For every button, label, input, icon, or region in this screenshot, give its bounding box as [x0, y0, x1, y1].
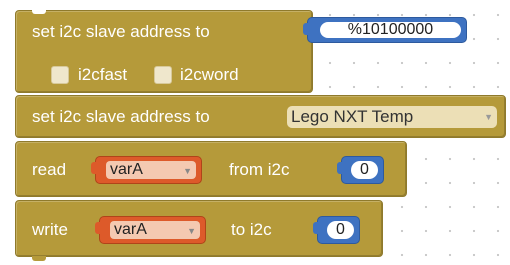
block-notch: [32, 10, 46, 14]
read-variable-name: varA: [110, 161, 143, 178]
read-label: read: [32, 160, 67, 179]
value-plug: [313, 222, 319, 234]
i2cfast-checkbox[interactable]: [51, 66, 69, 84]
i2cfast-label: i2cfast: [78, 65, 128, 84]
to-i2c-label: to i2c: [231, 220, 272, 239]
write-index-block[interactable]: 0: [313, 216, 360, 244]
set-i2c-address-dropdown-block[interactable]: set i2c slave address to Lego NXT Temp ▼: [15, 95, 506, 138]
variable-plug: [91, 162, 97, 174]
write-variable-name: varA: [114, 221, 147, 238]
device-dropdown[interactable]: Lego NXT Temp ▼: [287, 106, 497, 128]
dropdown-arrow-icon: ▼: [484, 112, 493, 122]
write-variable-block[interactable]: varA ▼: [95, 216, 206, 244]
address-value-field[interactable]: %10100000: [320, 22, 461, 38]
write-index-field[interactable]: 0: [327, 221, 354, 239]
from-i2c-label: from i2c: [229, 160, 290, 179]
read-variable-dropdown[interactable]: varA ▼: [106, 161, 196, 179]
i2cword-checkbox[interactable]: [154, 66, 172, 84]
i2cword-label: i2cword: [180, 65, 239, 84]
value-plug: [337, 162, 343, 174]
write-label: write: [32, 220, 68, 239]
address-number-block[interactable]: %10100000: [303, 17, 467, 43]
value-plug: [303, 23, 309, 35]
block-tab: [32, 256, 46, 261]
read-index-block[interactable]: 0: [337, 156, 384, 184]
dropdown-arrow-icon: ▼: [187, 226, 196, 236]
set-i2c-address-label: set i2c slave address to: [32, 22, 210, 41]
dropdown-arrow-icon: ▼: [183, 166, 192, 176]
set-i2c-address-block[interactable]: set i2c slave address to i2cfast i2cword: [15, 10, 313, 93]
write-variable-dropdown[interactable]: varA ▼: [110, 221, 200, 239]
device-dropdown-value: Lego NXT Temp: [291, 107, 414, 126]
variable-plug: [95, 222, 101, 234]
read-index-field[interactable]: 0: [351, 161, 378, 179]
set-i2c-address-label-2: set i2c slave address to: [32, 107, 210, 126]
read-variable-block[interactable]: varA ▼: [91, 156, 202, 184]
